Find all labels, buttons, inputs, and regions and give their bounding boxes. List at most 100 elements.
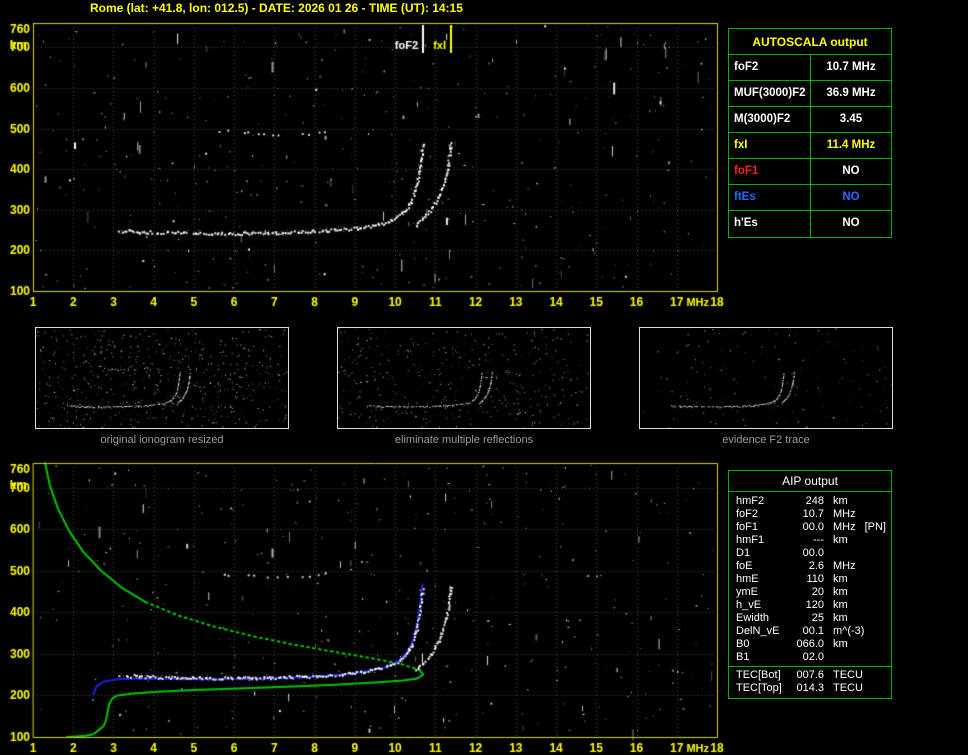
aip-row-fof1: foF1 00.0 MHz [PN]: [729, 521, 891, 534]
aip-row-yme: ymE 20 km: [729, 586, 891, 599]
aip-param-label: B0: [736, 638, 750, 650]
aip-param-label: h_vE: [736, 599, 762, 611]
aip-param-value: 20: [811, 586, 824, 598]
autoscala-param-value: 10.7 MHz: [826, 61, 876, 73]
aip-table-title: AIP output: [729, 471, 891, 492]
aip-tec-section: TEC[Bot] 007.6 TECU TEC[Top] 014.3 TECU: [729, 666, 891, 698]
thumbnail-evidence-f2-trace: [639, 327, 893, 429]
autoscala-param-label: fxI: [729, 133, 811, 158]
autoscala-param-value: NO: [842, 165, 860, 177]
aip-param-unit: km: [833, 573, 848, 585]
aip-row-hve: h_vE 120 km: [729, 599, 891, 612]
aip-param-unit: [824, 651, 833, 664]
aip-param-value: 066.0: [796, 638, 824, 650]
aip-param-value: 00.0: [802, 547, 824, 559]
aip-param-unit: [824, 547, 833, 560]
ionogram-plot-profile: [0, 455, 726, 755]
aip-param-value: 110: [806, 573, 824, 585]
thumbnail-canvas-evidence-f2-trace: [640, 328, 892, 428]
autoscala-row-fof2: foF2 10.7 MHz: [729, 55, 891, 81]
thumbnail-eliminate-reflections: [337, 327, 591, 429]
aip-param-value: 014.3: [796, 682, 824, 694]
autoscala-param-value: 11.4 MHz: [826, 139, 876, 151]
autoscala-row-fof1: foF1 NO: [729, 159, 891, 185]
aip-row-b1: B1 02.0: [729, 651, 891, 664]
aip-param-unit: TECU: [833, 682, 863, 694]
aip-param-value: 007.6: [796, 669, 824, 681]
aip-param-value: 25: [811, 612, 824, 624]
ionogram-plot-main: [0, 16, 726, 316]
page-title: Rome (lat: +41.8, lon: 012.5) - DATE: 20…: [90, 1, 463, 15]
autoscala-row-fxi: fxI 11.4 MHz: [729, 133, 891, 159]
autoscala-param-value: 36.9 MHz: [826, 87, 876, 99]
aip-param-label: Ewidth: [736, 612, 770, 624]
aip-param-value: 248: [805, 495, 824, 507]
aip-param-unit: km: [833, 638, 848, 650]
autoscala-param-label: ftEs: [729, 185, 811, 210]
aip-param-unit: MHz: [833, 508, 856, 520]
aip-param-value: 120: [805, 599, 824, 611]
aip-row-delnve: DelN_vE 00.1 m^(-3): [729, 625, 891, 638]
aip-param-unit: km: [833, 586, 848, 598]
aip-param-label: ymE: [736, 586, 758, 598]
aip-param-label: hmF2: [736, 495, 765, 507]
aip-param-flag: [PN]: [864, 521, 886, 533]
autoscala-window: Rome (lat: +41.8, lon: 012.5) - DATE: 20…: [0, 0, 968, 755]
autoscala-output-table: AUTOSCALA output foF2 10.7 MHz MUF(3000)F2…: [728, 28, 892, 238]
aip-table-rows: hmF2 248 km foF2 10.7 MHz foF1 00.0 MHz [PN] hmF1 -…: [729, 492, 891, 666]
aip-param-unit: km: [833, 599, 848, 611]
autoscala-param-value: NO: [842, 191, 860, 203]
autoscala-table-title: AUTOSCALA output: [729, 29, 891, 55]
autoscala-param-label: foF1: [729, 159, 811, 184]
aip-row-d1: D1 00.0: [729, 547, 891, 560]
autoscala-row-m3000f2: M(3000)F2 3.45: [729, 107, 891, 133]
aip-param-unit: MHz: [833, 560, 856, 572]
thumbnail-caption-evidence-f2-trace: evidence F2 trace: [722, 434, 810, 446]
aip-param-unit: TECU: [833, 669, 863, 681]
aip-param-unit: MHz: [833, 521, 856, 533]
thumbnail-original-ionogram: [35, 327, 289, 429]
aip-param-label: DelN_vE: [736, 625, 780, 637]
autoscala-row-hes: h'Es NO: [729, 211, 891, 237]
aip-param-label: foE: [736, 560, 753, 572]
autoscala-param-label: M(3000)F2: [729, 107, 811, 132]
aip-row-hmf1: hmF1 --- km: [729, 534, 891, 547]
aip-param-unit: m^(-3): [833, 625, 865, 637]
aip-row-b0: B0 066.0 km: [729, 638, 891, 651]
autoscala-param-value: NO: [842, 217, 860, 229]
aip-row-ewidth: Ewidth 25 km: [729, 612, 891, 625]
aip-row-tecbot: TEC[Bot] 007.6 TECU: [729, 669, 891, 682]
autoscala-table-rows: foF2 10.7 MHz MUF(3000)F2 36.9 MHz M(3000)F2…: [729, 55, 891, 237]
aip-param-value: 10.7: [802, 508, 824, 520]
aip-param-label: hmF1: [736, 534, 765, 546]
aip-param-label: foF2: [736, 508, 759, 520]
aip-row-hmf2: hmF2 248 km: [729, 495, 891, 508]
autoscala-row-muf3000f2: MUF(3000)F2 36.9 MHz: [729, 81, 891, 107]
thumbnail-caption-eliminate-reflections: eliminate multiple reflections: [394, 434, 534, 446]
aip-param-unit: km: [833, 534, 848, 546]
aip-param-unit: km: [833, 495, 848, 507]
aip-row-hme: hmE 110 km: [729, 573, 891, 586]
thumbnail-caption-original: original ionogram resized: [100, 434, 224, 446]
thumbnail-canvas-original: [36, 328, 288, 428]
autoscala-param-value: 3.45: [839, 113, 863, 125]
aip-param-unit: km: [833, 612, 848, 624]
aip-param-label: hmE: [736, 573, 759, 585]
aip-param-value: 00.0: [802, 521, 824, 533]
autoscala-row-ftes: ftEs NO: [729, 185, 891, 211]
aip-param-value: 2.6: [808, 560, 824, 572]
aip-param-label: D1: [736, 547, 751, 559]
aip-row-tectop: TEC[Top] 014.3 TECU: [729, 682, 891, 695]
aip-row-fof2: foF2 10.7 MHz: [729, 508, 891, 521]
aip-param-label: TEC[Bot]: [736, 669, 781, 681]
aip-param-value: 00.1: [802, 625, 824, 637]
aip-row-foe: foE 2.6 MHz: [729, 560, 891, 573]
thumbnail-canvas-eliminate-reflections: [338, 328, 590, 428]
aip-output-table: AIP output hmF2 248 km foF2 10.7 MHz foF1 00.0 M…: [728, 470, 892, 699]
autoscala-param-label: MUF(3000)F2: [729, 81, 811, 106]
autoscala-param-label: h'Es: [729, 211, 811, 237]
aip-param-label: foF1: [736, 521, 759, 533]
aip-param-label: B1: [736, 651, 750, 663]
aip-param-value: 02.0: [802, 651, 824, 663]
autoscala-param-label: foF2: [729, 55, 811, 80]
